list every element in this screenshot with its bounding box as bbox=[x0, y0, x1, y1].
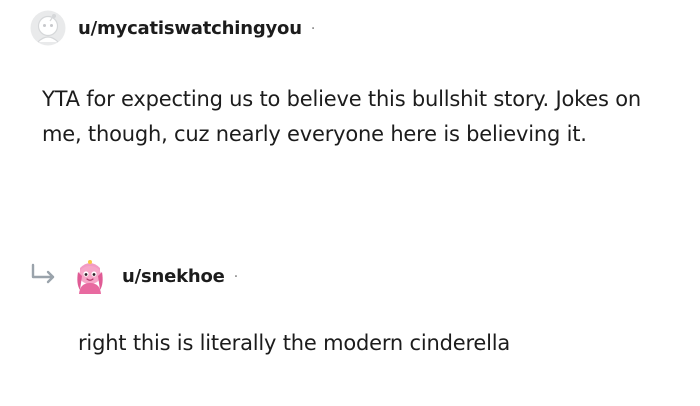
comment-2-header: u/snekhoe · bbox=[30, 256, 238, 296]
comment-1-body: YTA for expecting us to believe this bul… bbox=[42, 87, 642, 146]
comment-1-header: u/mycatiswatchingyou · bbox=[30, 10, 315, 46]
reply-arrow-icon bbox=[30, 263, 58, 289]
comment-2-username[interactable]: u/snekhoe bbox=[122, 266, 225, 287]
default-avatar-icon[interactable] bbox=[30, 10, 66, 46]
pink-character-avatar-icon[interactable] bbox=[70, 256, 110, 296]
separator-dot: · bbox=[310, 21, 316, 37]
comment-2-body: right this is literally the modern cinde… bbox=[78, 331, 511, 355]
separator-dot: · bbox=[233, 269, 239, 285]
comment-1-username[interactable]: u/mycatiswatchingyou bbox=[78, 18, 302, 39]
